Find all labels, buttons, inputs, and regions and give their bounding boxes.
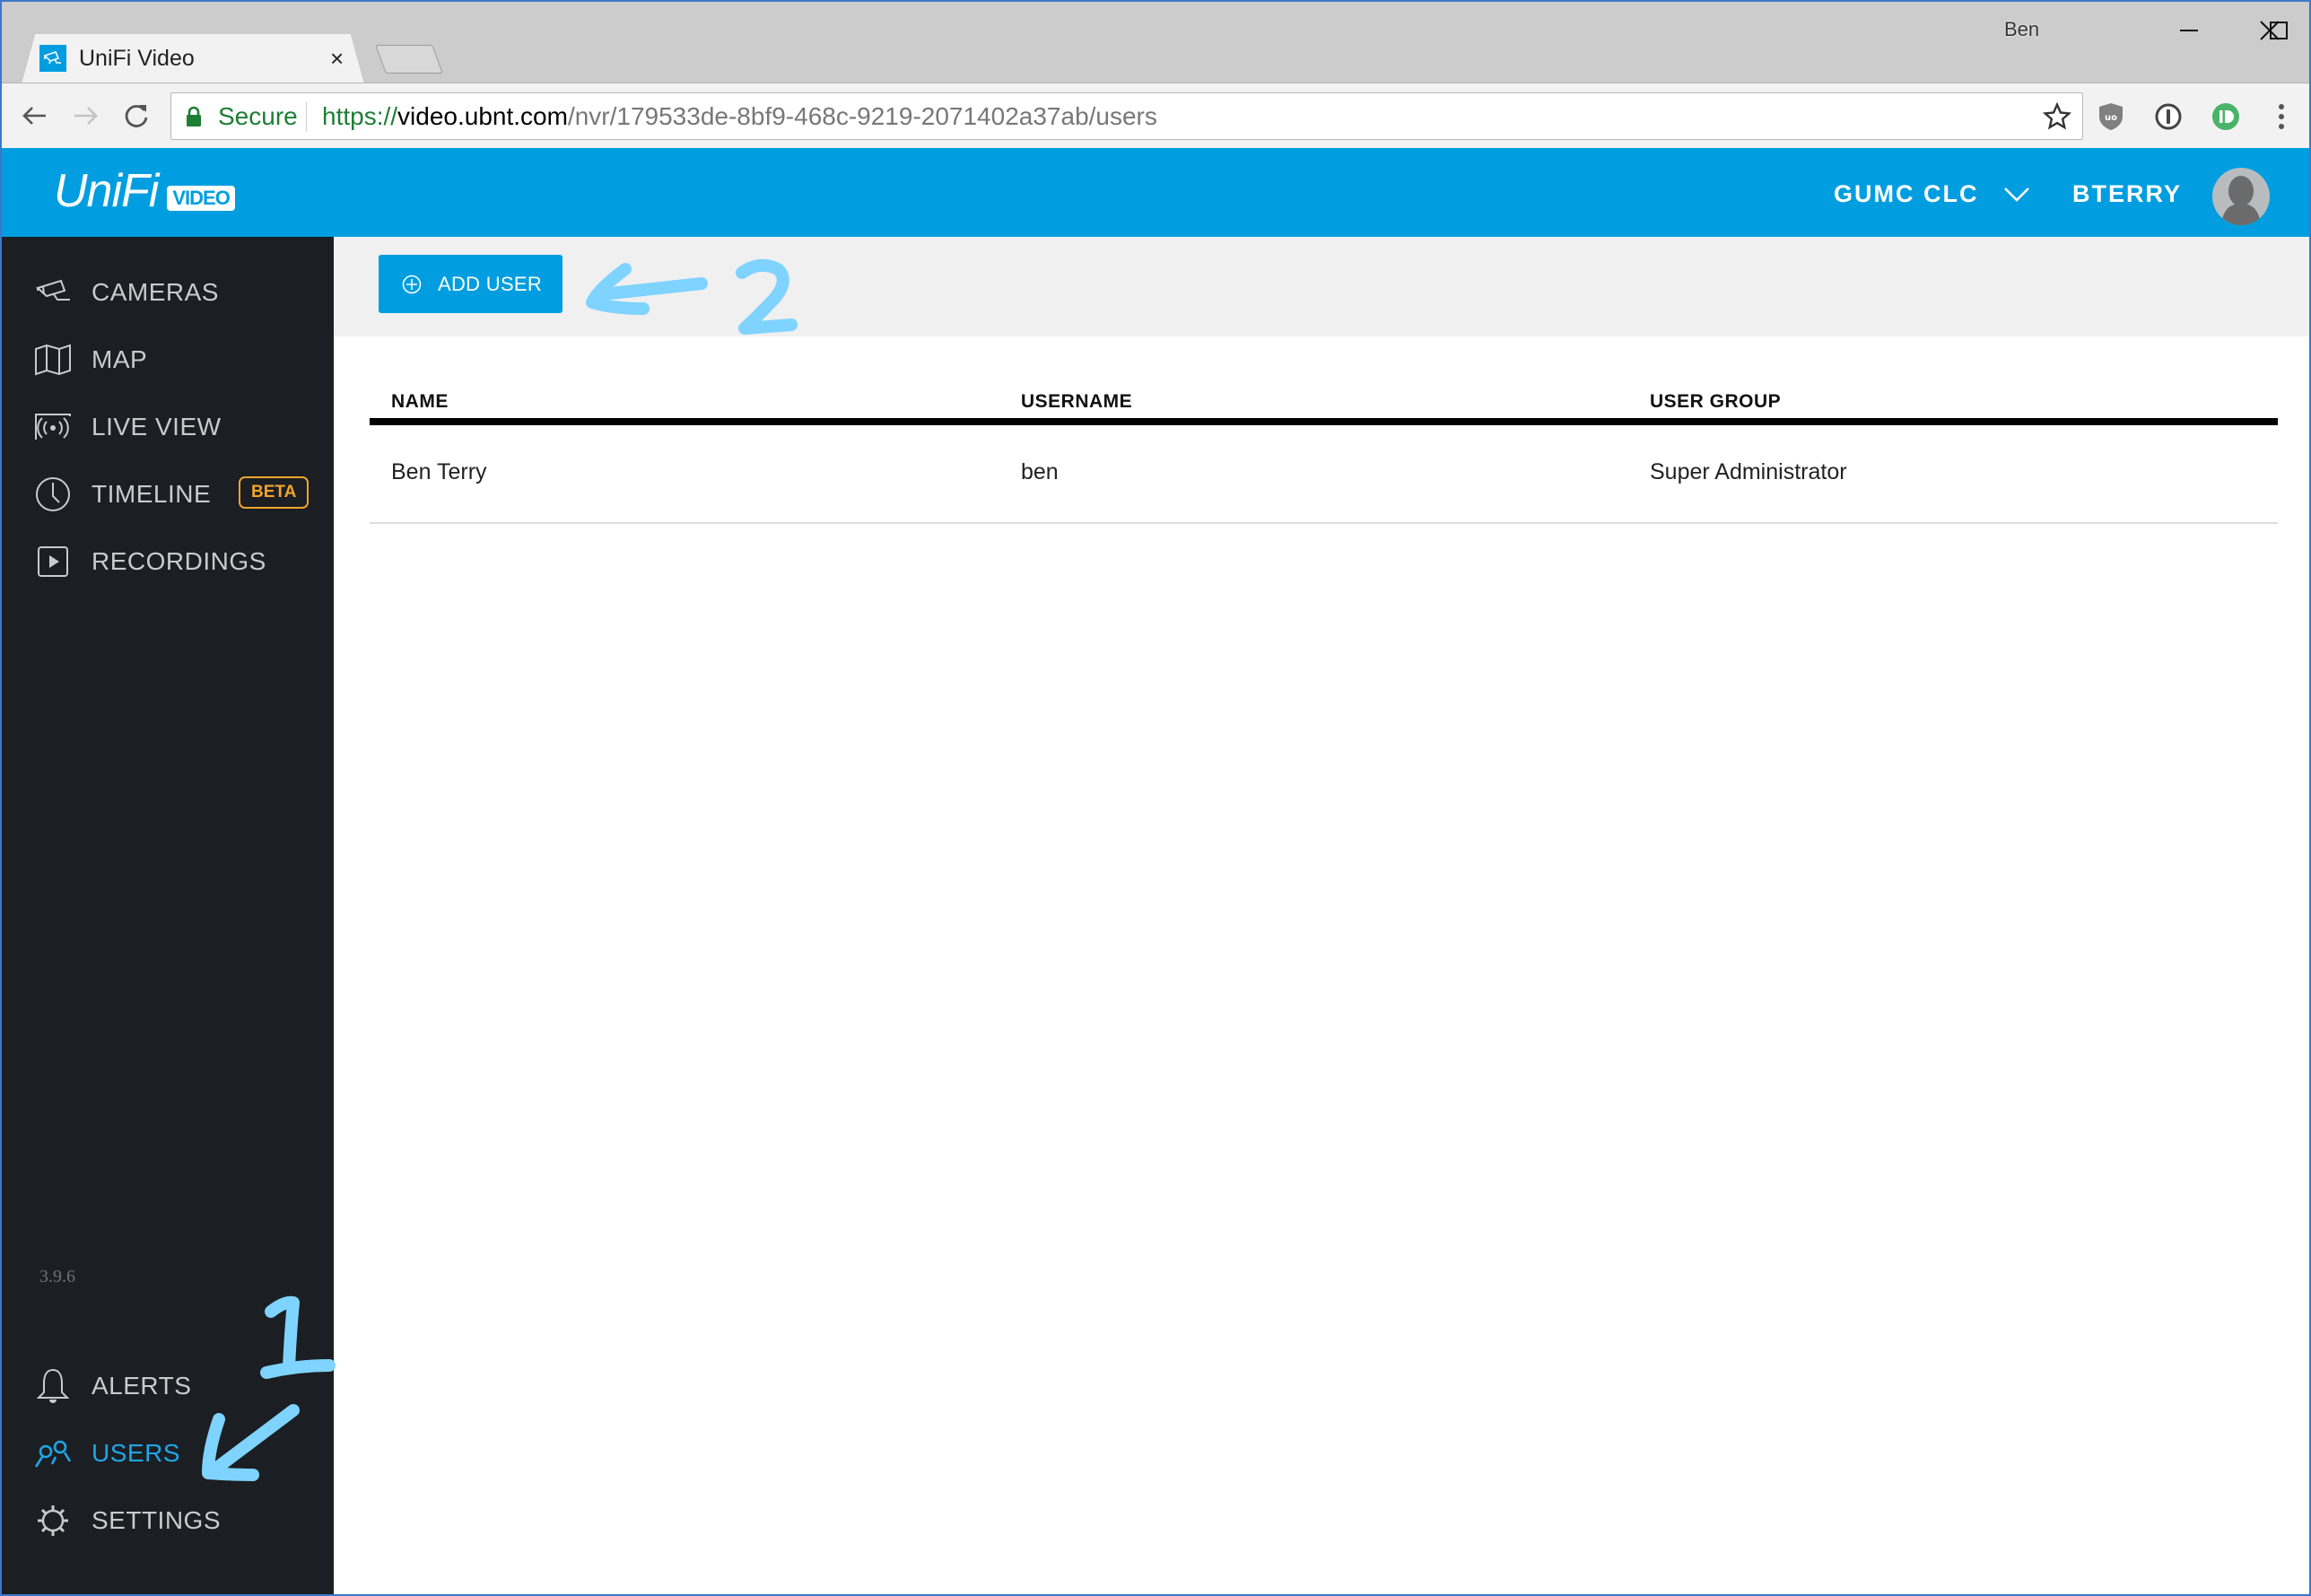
svg-text:uo: uo [2105,113,2117,123]
sidebar-item-label: RECORDINGS [92,547,266,575]
users-table: NAME USERNAME USER GROUP Ben Terry ben S… [370,380,2278,524]
avatar[interactable] [2212,168,2270,225]
app-header: UniFi VIDEO GUMC CLC BTERRY [2,148,2309,237]
chevron-down-icon [2004,187,2030,202]
omnibox-separator [306,102,307,132]
secure-label: Secure [218,102,298,130]
close-window-button[interactable] [2243,13,2297,48]
bell-icon [34,1367,72,1405]
add-user-button[interactable]: ADD USER [379,255,562,313]
sidebar-item-label: CAMERAS [92,278,219,306]
user-menu[interactable]: BTERRY [2072,180,2182,208]
sidebar-item-recordings[interactable]: RECORDINGS [2,535,334,589]
sidebar-item-alerts[interactable]: ALERTS [2,1359,334,1413]
main-content: ADD USER NAME USERNAME USER GROUP Ben Te… [334,237,2309,1594]
live-view-icon [34,408,72,446]
new-tab-button[interactable] [375,45,443,74]
logo-text: UniFi [54,165,159,217]
site-selector[interactable]: GUMC CLC [1834,180,2030,208]
minimize-button[interactable] [2162,13,2216,48]
sidebar-item-cameras[interactable]: CAMERAS [2,266,334,319]
cell-user-group: Super Administrator [1650,459,1847,484]
lock-icon [186,106,202,132]
sidebar-item-timeline[interactable]: TIMELINE BETA [2,467,334,521]
pushbullet-icon[interactable] [2211,101,2241,132]
play-icon [34,543,72,580]
onepassword-icon[interactable] [2153,101,2184,132]
content-toolbar: ADD USER [334,237,2309,336]
cell-name: Ben Terry [391,459,487,484]
unifi-video-logo[interactable]: UniFi VIDEO [54,168,235,214]
back-icon[interactable] [16,98,52,134]
clock-icon [34,475,72,513]
url-text[interactable]: https://video.ubnt.com/nvr/179533de-8bf9… [322,103,1157,130]
tab-title: UniFi Video [79,46,195,71]
cell-username: ben [1021,459,1059,484]
sidebar-item-users[interactable]: USERS [2,1426,334,1480]
reload-icon[interactable] [118,98,154,134]
sidebar-item-label: LIVE VIEW [92,413,222,440]
map-icon [34,341,72,379]
column-header-name[interactable]: NAME [391,391,449,413]
forward-icon[interactable] [68,98,104,134]
column-header-user-group[interactable]: USER GROUP [1650,391,1781,413]
camera-icon [34,274,72,311]
plus-circle-icon [402,275,422,293]
sidebar-item-label: MAP [92,345,148,373]
sidebar-item-label: USERS [92,1439,180,1467]
browser-toolbar: Secure https://video.ubnt.com/nvr/179533… [2,83,2309,148]
address-bar[interactable]: Secure https://video.ubnt.com/nvr/179533… [170,92,2083,140]
table-header: NAME USERNAME USER GROUP [370,380,2278,425]
gear-icon [34,1502,72,1539]
url-scheme: https:// [322,102,398,130]
version-label: 3.9.6 [39,1267,75,1286]
url-host: video.ubnt.com [397,102,568,130]
site-name: GUMC CLC [1834,180,1979,207]
sidebar-item-label: SETTINGS [92,1506,222,1534]
sidebar-item-label: ALERTS [92,1372,192,1400]
browser-window: UniFi Video × Ben Secure https://video.u… [0,0,2311,1596]
bookmark-star-icon[interactable] [2042,101,2072,135]
profile-name[interactable]: Ben [2004,18,2039,41]
ublock-origin-icon[interactable]: uo [2096,101,2126,132]
unifi-favicon-icon [39,45,66,72]
sidebar: CAMERAS MAP LIVE VIEW TIMELINE BETA RECO… [2,237,334,1594]
tab-strip: UniFi Video × Ben [2,2,2309,84]
sidebar-item-map[interactable]: MAP [2,333,334,387]
browser-menu-icon[interactable] [2266,101,2297,132]
sidebar-item-label: TIMELINE [92,480,212,508]
add-user-label: ADD USER [438,272,543,295]
tab-close-icon[interactable]: × [330,45,344,72]
url-path: /nvr/179533de-8bf9-468c-9219-2071402a37a… [567,102,1157,130]
beta-badge: BETA [239,476,310,509]
logo-badge: VIDEO [167,186,235,211]
table-row[interactable]: Ben Terry ben Super Administrator [370,425,2278,524]
sidebar-item-settings[interactable]: SETTINGS [2,1494,334,1548]
column-header-username[interactable]: USERNAME [1021,391,1132,413]
sidebar-item-live-view[interactable]: LIVE VIEW [2,400,334,454]
users-icon [34,1435,72,1472]
